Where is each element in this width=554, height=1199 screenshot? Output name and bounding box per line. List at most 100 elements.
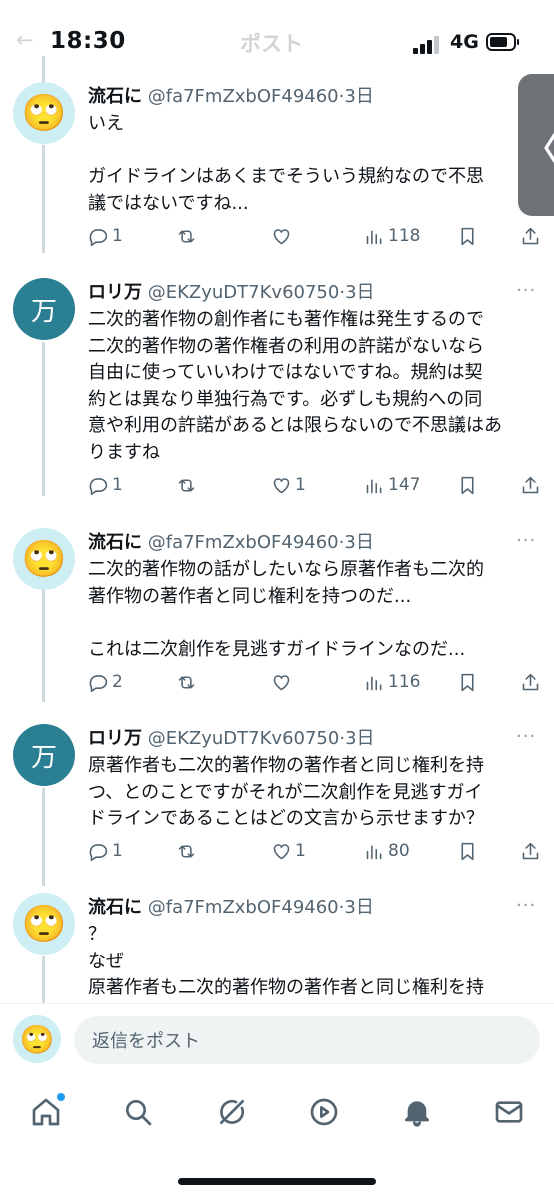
like-button[interactable] (271, 223, 295, 249)
thread-line (42, 788, 45, 886)
post-line: 意や利用の許諾があるとは限らないので不思議はあ (88, 415, 502, 436)
back-arrow-icon[interactable]: ← (16, 28, 34, 52)
tab-notifications[interactable] (399, 1094, 435, 1130)
reply-icon (89, 843, 108, 861)
reply-icon (89, 477, 108, 495)
views-icon (366, 229, 382, 244)
more-options-icon[interactable]: ··· (516, 530, 536, 551)
bookmark-icon (461, 673, 474, 691)
display-name[interactable]: 流石に (88, 86, 142, 107)
pager-handle[interactable]: 〈 (518, 74, 554, 216)
action-bar: 1 1 80 (0, 838, 554, 864)
views-button[interactable]: 147 (364, 472, 420, 498)
reply-button[interactable]: 1 (88, 472, 123, 498)
post-header: 流石に @fa7FmZxbOF49460·3日 (88, 893, 374, 919)
post-line: 約とは異なり単独行為です。必ずしも規約への同 (88, 388, 483, 410)
reply-button[interactable]: 1 (88, 223, 123, 249)
post-line: これは二次創作を見逃すガイドラインなのだ... (88, 638, 466, 660)
post-age: 3日 (344, 86, 374, 107)
views-button[interactable]: 80 (364, 838, 410, 864)
tab-search[interactable] (120, 1094, 156, 1130)
avatar[interactable]: 🙄 (13, 528, 75, 590)
views-button[interactable]: 116 (364, 669, 420, 695)
share-button[interactable] (520, 838, 541, 864)
like-button[interactable] (271, 669, 295, 695)
repost-icon (178, 229, 195, 243)
heart-icon (273, 843, 290, 859)
post-line: ドラインであることはどの文言から示せますか？ (88, 808, 484, 829)
tab-video[interactable] (306, 1094, 342, 1130)
post-line: 著作物の著作者と同じ権利を持つのだ... (88, 585, 412, 607)
like-button[interactable]: 1 (271, 472, 306, 498)
reply-input[interactable]: 返信をポスト (74, 1016, 540, 1064)
reply-count: 1 (112, 226, 123, 246)
post-text: 原著作者も二次的著作物の著作者と同じ権利を持 つ、とのことですがそれが二次創作を… (88, 753, 520, 833)
repost-button[interactable] (176, 472, 200, 498)
more-options-icon[interactable]: ··· (516, 895, 536, 916)
avatar[interactable]: 万 (13, 278, 75, 340)
share-button[interactable] (520, 472, 541, 498)
views-button[interactable]: 118 (364, 223, 420, 249)
post-line (88, 610, 520, 637)
bookmark-button[interactable] (457, 223, 478, 249)
repost-button[interactable] (176, 223, 200, 249)
post-text: いえ ガイドラインはあくまでそういう規約なので不思 議ではないですね... (88, 111, 520, 217)
bookmark-button[interactable] (457, 838, 478, 864)
more-options-icon[interactable]: ··· (516, 280, 536, 301)
display-name[interactable]: 流石に (88, 897, 142, 918)
like-button[interactable]: 1 (271, 838, 306, 864)
user-handle[interactable]: @EKZyuDT7Kv60750 (148, 282, 340, 303)
user-handle[interactable]: @EKZyuDT7Kv60750 (148, 728, 340, 749)
status-bar: ← ポスト 18:30 4G (0, 0, 554, 70)
bookmark-button[interactable] (457, 472, 478, 498)
post-line: 議ではないですね... (88, 192, 249, 214)
reply-button[interactable]: 1 (88, 838, 123, 864)
repost-icon (178, 675, 195, 689)
tab-home[interactable] (28, 1093, 65, 1130)
display-name[interactable]: ロリ万 (88, 728, 142, 749)
post-age: 3日 (344, 897, 374, 918)
notification-dot (57, 1093, 65, 1101)
share-button[interactable] (520, 669, 541, 695)
reply-post[interactable]: 🙄 流石に @fa7FmZxbOF49460·3日 ··· ？ なぜ 原著作者も… (0, 893, 554, 1003)
action-bar: 1 118 (0, 223, 554, 249)
repost-icon (178, 844, 195, 858)
post-line: 二次的著作物の話がしたいなら原著作者も二次的 (88, 559, 484, 580)
avatar[interactable]: 🙄 (13, 893, 75, 955)
post-header: 流石に @fa7FmZxbOF49460·3日 (88, 82, 374, 108)
avatar[interactable]: 🙄 (13, 82, 75, 144)
post-line: なぜ (88, 950, 124, 972)
display-name[interactable]: ロリ万 (88, 282, 142, 303)
home-icon (32, 1098, 60, 1126)
post-line (88, 138, 520, 165)
share-button[interactable] (520, 223, 541, 249)
view-count: 118 (388, 226, 421, 246)
post-line: 原著作者も二次的著作物の著作者と同じ権利を持 (88, 755, 484, 776)
share-icon (522, 673, 539, 690)
notifications-icon (405, 1101, 429, 1127)
avatar[interactable]: 万 (13, 724, 75, 786)
tab-messages[interactable] (491, 1094, 527, 1130)
post-age: 3日 (345, 728, 375, 749)
post-line: りますね (88, 441, 160, 463)
action-bar: 2 116 (0, 669, 554, 695)
bookmark-icon (461, 476, 474, 494)
user-handle[interactable]: @fa7FmZxbOF49460 (148, 532, 339, 553)
post-line: つ、とのことですがそれが二次創作を見逃すガイ (88, 781, 483, 803)
repost-button[interactable] (176, 669, 200, 695)
views-icon (366, 478, 382, 493)
reply-button[interactable]: 2 (88, 669, 123, 695)
avatar[interactable]: 🙄 (13, 1015, 61, 1063)
more-options-icon[interactable]: ··· (516, 726, 536, 747)
display-name[interactable]: 流石に (88, 532, 142, 553)
home-indicator (178, 1178, 376, 1185)
bookmark-button[interactable] (457, 669, 478, 695)
repost-button[interactable] (176, 838, 200, 864)
post-header: ロリ万 @EKZyuDT7Kv60750·3日 (88, 278, 375, 304)
grok-icon (220, 1099, 245, 1124)
post-line: 二次的著作物の創作者にも著作権は発生するので (88, 309, 484, 330)
user-handle[interactable]: @fa7FmZxbOF49460 (148, 897, 339, 918)
user-handle[interactable]: @fa7FmZxbOF49460 (148, 86, 339, 107)
tab-grok[interactable] (214, 1094, 250, 1130)
share-icon (522, 842, 539, 859)
